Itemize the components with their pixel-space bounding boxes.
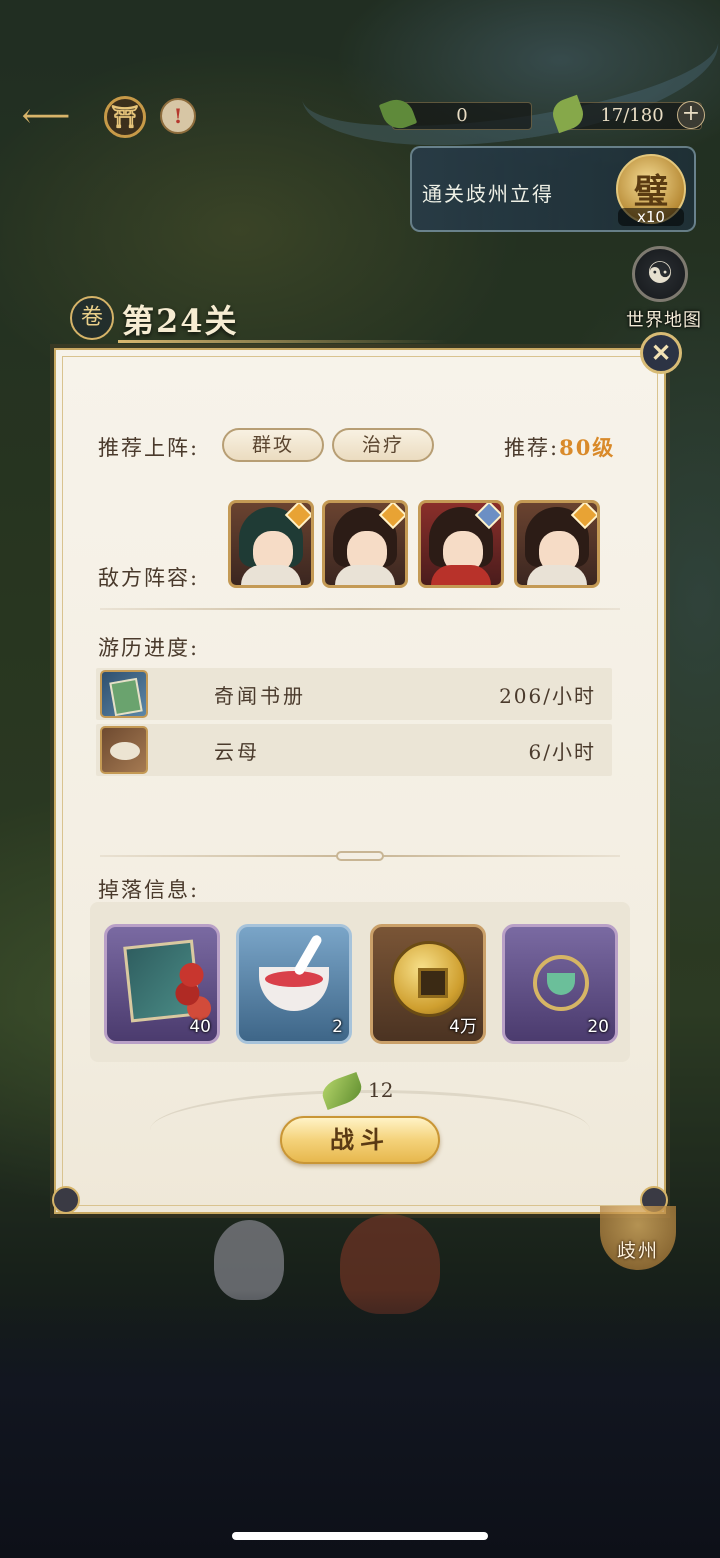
progress-item-rate: 6/小时 bbox=[528, 740, 596, 764]
enemy-portrait-2[interactable] bbox=[322, 500, 408, 588]
scroll-emblem-icon: 卷 bbox=[70, 296, 114, 340]
back-arrow-icon[interactable]: ⟵ bbox=[10, 96, 82, 136]
city-name: 歧州 bbox=[616, 1240, 659, 1262]
world-map-icon: ☯ bbox=[632, 246, 688, 302]
stage-title: 第24关 bbox=[122, 302, 239, 340]
recommend-level-prefix: 推荐: bbox=[504, 436, 560, 460]
drop-item-2[interactable]: 2 bbox=[236, 924, 352, 1044]
add-stamina-button[interactable]: + bbox=[677, 101, 705, 129]
progress-item-name: 奇闻书册 bbox=[214, 684, 306, 708]
grass-count: 0 bbox=[456, 105, 468, 126]
progress-item-name: 云母 bbox=[214, 740, 260, 764]
book-icon bbox=[100, 670, 148, 718]
fight-button[interactable]: 战斗 bbox=[280, 1116, 440, 1164]
enemy-portrait-1[interactable] bbox=[228, 500, 314, 588]
progress-label: 游历进度: bbox=[98, 636, 200, 660]
progress-row: 奇闻书册 206/小时 bbox=[96, 668, 612, 720]
enemy-portrait-3[interactable] bbox=[418, 500, 504, 588]
book-item-icon bbox=[123, 939, 201, 1023]
stamina-cost: 12 bbox=[318, 1071, 402, 1111]
recommend-level-value: 80级 bbox=[559, 435, 616, 460]
drop-quantity: 2 bbox=[332, 1017, 343, 1037]
token-glyph: 璧 bbox=[634, 172, 668, 212]
portrait-body bbox=[527, 565, 587, 585]
stamina-cost-value: 12 bbox=[368, 1078, 394, 1102]
portrait-body bbox=[241, 565, 301, 585]
tag-heal: 治疗 bbox=[332, 428, 434, 462]
drop-quantity: 40 bbox=[189, 1017, 211, 1037]
section-divider bbox=[100, 608, 620, 610]
world-map-label: 世界地图 bbox=[626, 310, 702, 331]
gate-icon[interactable]: ⛩ bbox=[104, 96, 146, 138]
mica-icon bbox=[100, 726, 148, 774]
close-button[interactable]: ✕ bbox=[640, 332, 682, 374]
stamina-count: 17/180 bbox=[600, 105, 664, 126]
corner-ornament-icon bbox=[52, 1186, 80, 1214]
drop-item-4[interactable]: 20 bbox=[502, 924, 618, 1044]
enemy-portrait-4[interactable] bbox=[514, 500, 600, 588]
portrait-body bbox=[431, 565, 491, 585]
home-indicator[interactable] bbox=[232, 1532, 488, 1540]
stamina-resource-pill: 17/180 + bbox=[548, 94, 705, 134]
world-map-button[interactable]: ☯ 世界地图 bbox=[618, 246, 710, 332]
recommend-level: 推荐:80级 bbox=[504, 432, 615, 462]
clear-reward-banner[interactable]: 通关歧州立得 璧 x10 bbox=[410, 146, 696, 232]
alert-icon[interactable]: ! bbox=[160, 98, 196, 134]
grass-resource-pill: 0 bbox=[378, 94, 532, 134]
drop-item-1[interactable]: 40 bbox=[104, 924, 220, 1044]
progress-row: 云母 6/小时 bbox=[96, 724, 612, 776]
title-underline bbox=[118, 340, 448, 343]
recommend-label: 推荐上阵: bbox=[98, 436, 200, 460]
enemy-lineup-label: 敌方阵容: bbox=[98, 566, 200, 590]
bowl-item-icon bbox=[259, 967, 329, 1011]
jade-token-icon: 璧 x10 bbox=[616, 154, 686, 226]
clear-reward-text: 通关歧州立得 bbox=[422, 182, 554, 206]
ground-silhouette bbox=[0, 1290, 720, 1558]
token-quantity: x10 bbox=[618, 208, 684, 226]
portrait-body bbox=[335, 565, 395, 585]
drops-label: 掉落信息: bbox=[98, 878, 200, 902]
incense-burner-icon bbox=[533, 955, 589, 1011]
progress-item-rate: 206/小时 bbox=[499, 684, 596, 708]
tag-aoe: 群攻 bbox=[222, 428, 324, 462]
stage-header: 卷 第24关 bbox=[70, 290, 450, 350]
divider-knot-ornament bbox=[336, 851, 384, 861]
city-marker[interactable]: 歧州 bbox=[596, 1206, 680, 1276]
drop-item-3[interactable]: 4万 bbox=[370, 924, 486, 1044]
drop-quantity: 20 bbox=[587, 1017, 609, 1037]
leaf-icon bbox=[318, 1071, 366, 1111]
coin-item-icon bbox=[391, 941, 467, 1017]
drop-quantity: 4万 bbox=[449, 1017, 477, 1037]
